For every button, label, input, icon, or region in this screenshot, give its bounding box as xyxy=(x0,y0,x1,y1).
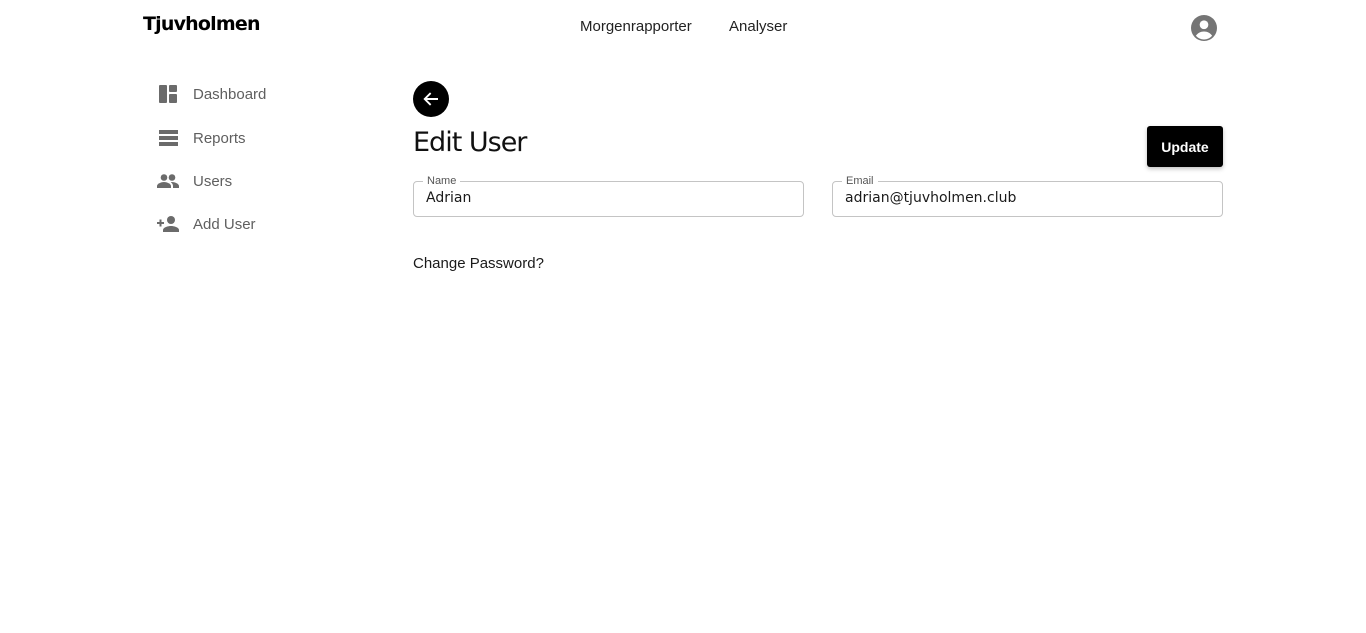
name-field-label: Name xyxy=(423,174,461,188)
nav-link-morgenrapporter[interactable]: Morgenrapporter xyxy=(580,18,692,35)
name-field[interactable]: Name xyxy=(413,174,804,217)
back-button[interactable] xyxy=(413,81,449,117)
person-add-icon xyxy=(155,214,181,234)
sidebar-item-add-user[interactable]: Add User xyxy=(155,210,345,238)
people-icon xyxy=(155,171,181,191)
dashboard-icon xyxy=(155,84,181,104)
list-icon xyxy=(155,128,181,148)
update-button[interactable]: Update xyxy=(1147,126,1223,167)
email-field-label: Email xyxy=(842,174,878,188)
sidebar-item-users[interactable]: Users xyxy=(155,167,345,195)
sidebar-item-reports[interactable]: Reports xyxy=(155,124,345,152)
name-input[interactable] xyxy=(426,190,786,206)
email-field[interactable]: Email xyxy=(832,174,1223,217)
page-title: Edit User xyxy=(413,127,527,158)
sidebar-item-dashboard[interactable]: Dashboard xyxy=(155,80,345,108)
nav-link-analyser[interactable]: Analyser xyxy=(729,18,787,35)
email-input[interactable] xyxy=(845,190,1205,206)
brand-logo[interactable]: Tjuvholmen xyxy=(143,13,261,35)
sidebar-item-label: Add User xyxy=(193,215,256,233)
account-circle-icon[interactable] xyxy=(1191,15,1217,41)
sidebar-item-label: Dashboard xyxy=(193,85,267,103)
sidebar-item-label: Users xyxy=(193,172,233,190)
sidebar-item-label: Reports xyxy=(193,129,246,147)
arrow-back-icon xyxy=(423,91,439,107)
top-bar: Tjuvholmen Morgenrapporter Analyser xyxy=(0,0,1366,54)
change-password-link[interactable]: Change Password? xyxy=(413,255,544,272)
